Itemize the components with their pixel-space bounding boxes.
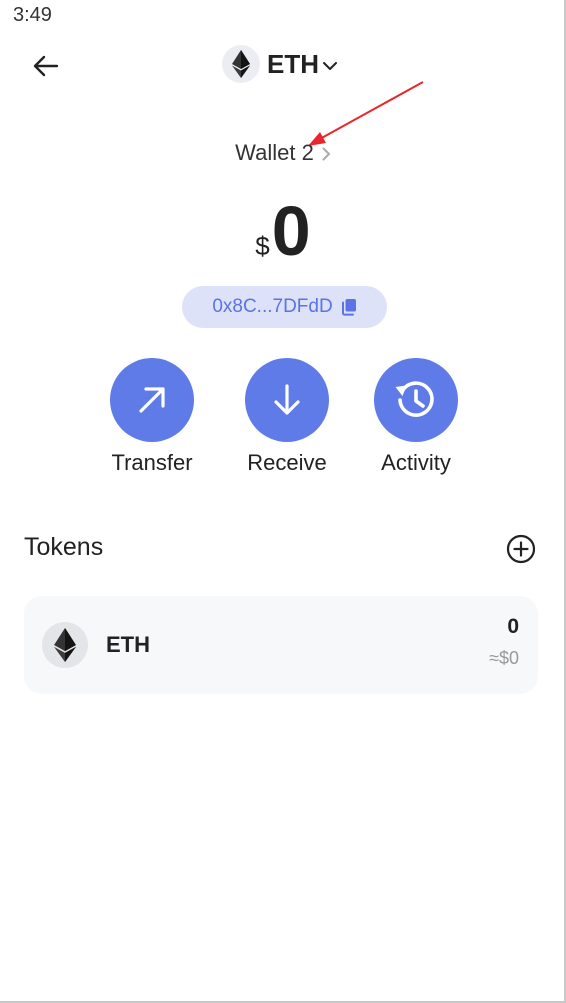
arrow-up-right-icon	[110, 358, 194, 442]
tokens-heading: Tokens	[24, 533, 104, 561]
chevron-down-icon	[323, 61, 337, 70]
back-button[interactable]	[26, 46, 66, 86]
transfer-button[interactable]: Transfer	[92, 358, 212, 476]
transfer-label: Transfer	[111, 450, 193, 475]
arrow-down-icon	[245, 358, 329, 442]
token-fiat-value: ≈$0	[489, 648, 519, 668]
ethereum-logo-icon	[42, 622, 88, 668]
balance-value: 0	[271, 192, 311, 270]
arrow-left-icon	[33, 55, 59, 77]
token-amount: 0	[507, 615, 519, 638]
token-row-eth[interactable]: ETH 0 ≈$0	[24, 596, 538, 694]
network-label: ETH	[267, 48, 319, 79]
receive-label: Receive	[247, 450, 327, 475]
ethereum-logo-icon	[222, 45, 260, 83]
activity-label: Activity	[381, 450, 451, 475]
status-time: 3:49	[13, 4, 52, 26]
wallet-address-copy[interactable]: 0x8C...7DFdD	[182, 286, 387, 328]
wallet-address: 0x8C...7DFdD	[212, 296, 333, 317]
chevron-right-icon	[322, 147, 330, 161]
token-symbol: ETH	[106, 632, 150, 657]
wallet-name: Wallet 2	[235, 140, 314, 165]
history-icon	[374, 358, 458, 442]
activity-button[interactable]: Activity	[356, 358, 476, 476]
balance-display: $ 0	[0, 196, 566, 266]
receive-button[interactable]: Receive	[227, 358, 347, 476]
plus-circle-icon	[506, 534, 536, 564]
add-token-button[interactable]	[504, 532, 538, 566]
currency-symbol: $	[255, 231, 270, 261]
wallet-switcher[interactable]: Wallet 2	[0, 140, 566, 166]
copy-icon	[341, 298, 357, 316]
